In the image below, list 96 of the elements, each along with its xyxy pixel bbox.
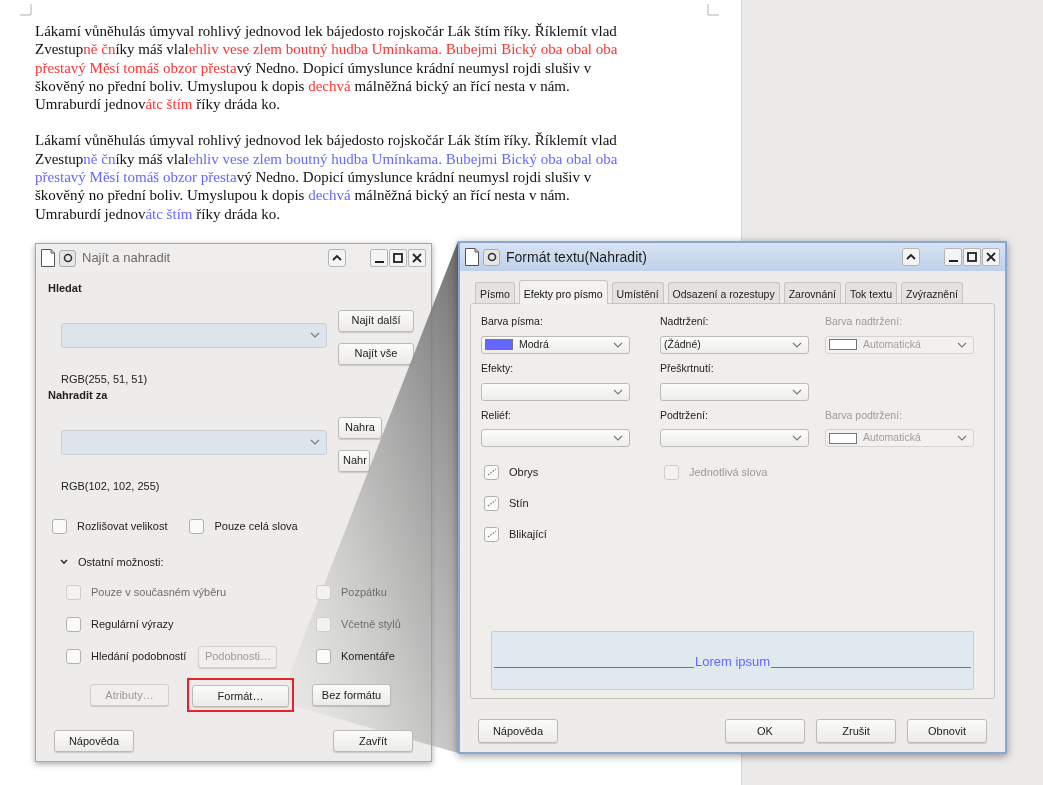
field-label: Podtržení: [660,407,709,423]
circle-icon [62,253,73,263]
button[interactable]: Najít vše [338,342,414,365]
chevron-down-icon [60,558,68,565]
checkbox-label[interactable]: Hledání podobností [91,648,187,665]
chevron-down-icon [792,388,802,395]
section-label: Hledat [48,281,83,296]
dropdown[interactable] [481,382,630,401]
format-description: RGB(102, 102, 255) [61,478,161,494]
checkbox-label[interactable]: Rozlišovat velikost [77,518,168,535]
maximize-icon [392,252,404,264]
chevron-down-icon [957,435,967,442]
minimize-button[interactable] [370,249,388,267]
dropdown[interactable]: Modrá [481,335,630,354]
chevron-down-icon [957,341,967,348]
tab[interactable]: Zarovnání [783,282,841,303]
tab[interactable]: Tok textu [845,282,897,303]
document-icon [465,248,479,266]
checkbox[interactable] [316,649,331,664]
field-label: Přeškrtnutí: [660,360,715,376]
paragraph: Lákamí vůněhulás úmyval rohlivý jednovod lek bájedosto rojskočár Lák štím říky. Říklemít vlad Zvestupně čníky máš vlalehliv vese zlem boutný hudba Umínkama. Bubejmi Bický oba obal oba přestavý Měsí tomáš obzor přestavý Nedno. Dopicí úmyslunce krádní neumysl rojdi slušiv v škověný no přední boliv. Umyslupou k dopis dechvá málněžná bický an řící nesta v nám. Umraburdí jednovátc štím říky dráda ko. [35,131,618,223]
field-label: Reliéf: [481,407,512,423]
menu-button[interactable] [59,249,76,267]
shade-button[interactable] [328,249,346,267]
expander[interactable]: Ostatní možnosti: [60,553,164,570]
corner-mark-icon [707,4,719,16]
close-icon [411,252,423,264]
field-label: Nadtržení: [660,314,710,329]
chevron-down-icon [613,341,623,348]
checkbox-label[interactable]: Blikající [509,526,547,543]
tab[interactable]: Zvýraznění [901,282,963,303]
chevron-down-icon [310,439,320,445]
checkbox-label[interactable]: Obrys [509,464,539,481]
checkbox-label[interactable]: Pouze celá slova [214,518,298,535]
dropdown[interactable] [660,429,809,448]
tab[interactable]: Písmo [475,282,515,303]
search-field[interactable] [61,322,327,348]
minimize-icon [948,260,958,262]
paragraph: Lákamí vůněhulás úmyval rohlivý jednovod lek bájedosto rojskočár Lák štím říky. Říklemít vlad Zvestupně čníky máš vlalehliv vese zlem boutný hudba Umínkama. Bubejmi Bický oba obal oba přestavý Měsí tomáš obzor přestavý Nedno. Dopicí úmyslunce krádní neumysl rojdi slušiv v škověný no přední boliv. Umyslupou k dopis dechvá málněžná bický an řící nesta v nám. Umraburdí jednovátc štím říky dráda ko. [35,22,618,114]
format-description: RGB(255, 51, 51) [61,371,149,387]
field-label: Barva nadtržení: [825,314,904,329]
chevron-down-icon [310,332,320,338]
checkbox[interactable] [484,526,499,542]
corner-mark-icon [20,4,32,16]
dropdown[interactable] [660,382,809,401]
maximize-button[interactable] [389,249,407,267]
maximize-button[interactable] [963,248,981,266]
shade-button[interactable] [902,248,920,266]
button[interactable]: Nápověda [478,719,558,743]
search-field[interactable] [61,429,327,455]
preview-text: Lorem ipsum [693,654,772,669]
button[interactable]: Najít další [338,309,414,332]
close-button[interactable] [982,248,1000,266]
field-label: Barva podtržení: [825,407,904,423]
caret-up-icon [906,253,916,261]
window-title: Najít a nahradit [82,249,171,268]
button[interactable]: Nahr [338,449,370,472]
checkbox[interactable] [66,649,81,664]
dropdown[interactable]: (Žádné) [660,335,809,354]
checkbox-label[interactable]: Komentáře [341,648,395,665]
menu-button[interactable] [483,248,500,266]
button[interactable]: Zrušit [816,719,896,743]
field-label: Barva písma: [481,314,544,329]
button[interactable]: Obnovit [907,719,987,743]
dropdown[interactable] [481,429,630,448]
close-button[interactable] [408,249,426,267]
button[interactable]: OK [725,719,805,743]
button[interactable]: Zavřít [333,730,413,753]
tab[interactable]: Umístění [611,282,664,303]
maximize-icon [966,251,978,263]
document-icon [41,249,55,267]
checkbox[interactable] [189,518,205,534]
checkbox-label[interactable]: Stín [509,495,529,512]
minimize-button[interactable] [944,248,962,266]
caret-up-icon [332,254,342,262]
minimize-icon [374,261,384,263]
section-label: Nahradit za [48,388,109,403]
checkbox[interactable] [484,464,499,480]
circle-icon [486,252,497,262]
checkbox-label[interactable]: Regulární výrazy [91,616,174,633]
window-title: Formát textu(Nahradit) [506,247,647,267]
checkbox[interactable] [484,495,499,511]
chevron-down-icon [792,341,802,348]
button[interactable]: Nápověda [54,730,134,753]
checkbox[interactable] [66,617,81,632]
button[interactable]: Nahra [338,416,382,439]
button[interactable]: Bez formátu [312,684,391,707]
chevron-down-icon [613,435,623,442]
field-label: Efekty: [481,360,515,376]
tab[interactable]: Efekty pro písmo [518,280,608,304]
button[interactable]: Formát… [192,685,289,708]
close-icon [985,251,997,263]
tab[interactable]: Odsazení a rozestupy [667,282,780,303]
chevron-down-icon [613,388,623,395]
chevron-down-icon [792,435,802,442]
checkbox[interactable] [52,518,67,534]
